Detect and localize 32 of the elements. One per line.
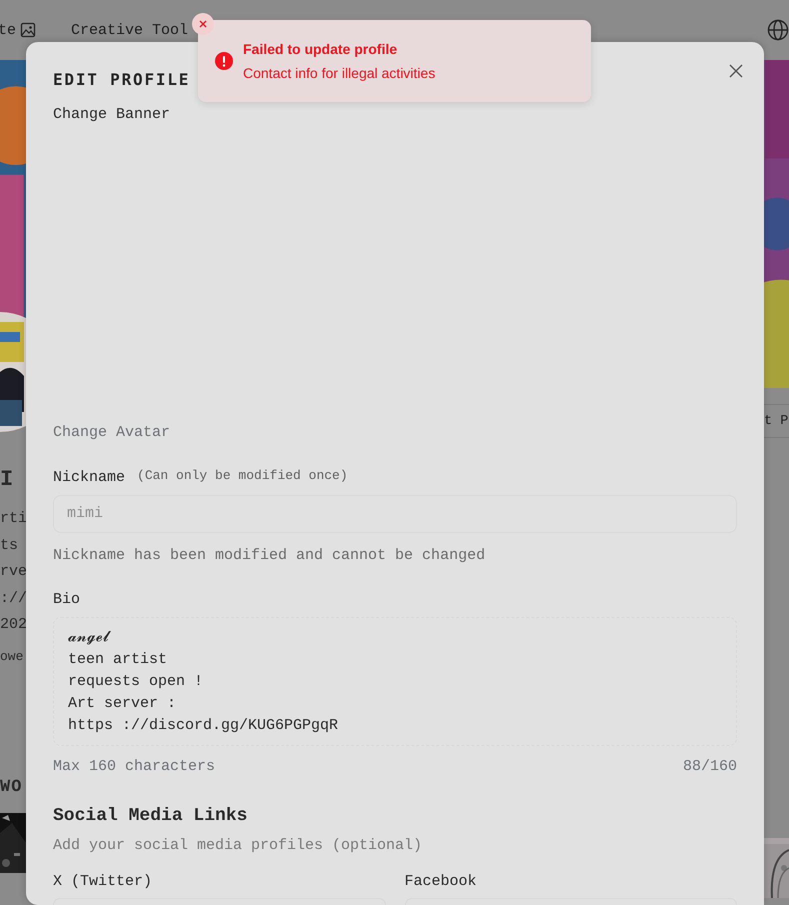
toast-title: Failed to update profile <box>243 41 398 57</box>
dialog-title: EDIT PROFILE <box>53 70 190 90</box>
hint-text: Max 160 characters <box>53 757 216 777</box>
field-label: Nickname <box>53 468 126 488</box>
toast-message: Contact info for illegal activities <box>243 65 436 81</box>
helper-text: Nickname has been modified and cannot be changed <box>53 546 486 566</box>
bio-text: 202 <box>0 615 26 635</box>
character-count: 88/160 <box>682 757 737 777</box>
dismiss-button[interactable] <box>192 13 214 35</box>
field-note: (Can only be modified once) <box>137 468 348 483</box>
change-banner-link[interactable]: Change Banner <box>53 105 170 125</box>
error-icon <box>215 52 233 70</box>
bio-field[interactable]: 𝓪𝓷𝓰𝓮𝓵 teen artist requests open ! Art server : https ://discord.gg/KUG6PGPgqR <box>53 617 737 746</box>
close-icon <box>199 20 207 28</box>
field-label: X (Twitter) <box>53 872 152 892</box>
field-label: Facebook <box>404 872 477 892</box>
section-subtitle: Add your social media profiles (optional) <box>53 836 422 856</box>
followers-text: owe <box>0 648 24 666</box>
nav-link[interactable]: Creative Tool <box>71 22 188 38</box>
bio-text: rti <box>0 509 26 529</box>
close-icon[interactable] <box>729 64 743 78</box>
bio-text: rve <box>0 562 26 582</box>
change-avatar-link[interactable]: Change Avatar <box>53 423 170 443</box>
bio-text: :// <box>0 588 26 608</box>
profile-name: I <box>0 466 14 494</box>
section-title: Social Media Links <box>53 805 248 827</box>
bio-text: ts <box>0 536 20 556</box>
section-heading: WO <box>0 776 24 798</box>
globe-icon[interactable] <box>767 19 789 41</box>
field-label: Bio <box>53 590 80 610</box>
image-icon <box>20 22 36 38</box>
profile-button[interactable]: t P <box>764 404 789 438</box>
